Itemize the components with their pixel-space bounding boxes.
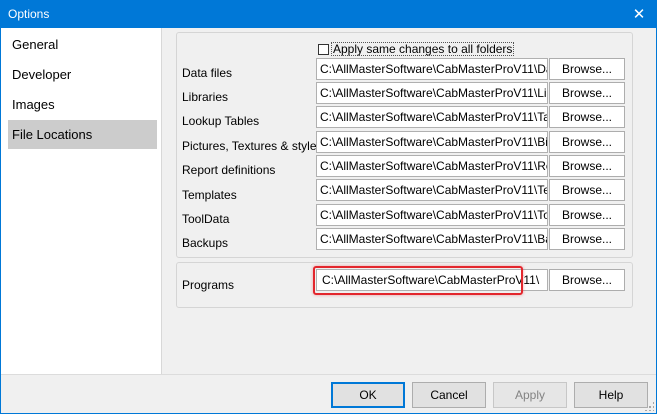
label-report-definitions: Report definitions — [182, 163, 276, 177]
sidebar-item-general[interactable]: General — [8, 30, 157, 59]
label-data-files: Data files — [182, 66, 233, 80]
sidebar-item-developer[interactable]: Developer — [8, 60, 157, 89]
data-files-path-field[interactable]: C:\AllMasterSoftware\CabMasterProV11\Dat… — [316, 58, 548, 80]
backups-browse-button[interactable]: Browse... — [549, 228, 625, 250]
apply-button[interactable]: Apply — [493, 382, 567, 408]
ok-button[interactable]: OK — [331, 382, 405, 408]
pictures-path-field[interactable]: C:\AllMasterSoftware\CabMasterProV11\Bit… — [316, 131, 548, 153]
label-libraries: Libraries — [182, 90, 229, 104]
label-backups: Backups — [182, 236, 229, 250]
report-definitions-path-field[interactable]: C:\AllMasterSoftware\CabMasterProV11\Rep… — [316, 155, 548, 177]
apply-all-checkbox-row[interactable]: Apply same changes to all folders — [318, 42, 515, 56]
help-button[interactable]: Help — [574, 382, 648, 408]
sidebar-item-images[interactable]: Images — [8, 90, 157, 119]
label-lookup-tables: Lookup Tables — [182, 114, 260, 128]
label-pictures: Pictures, Textures & styles — [182, 139, 323, 153]
libraries-browse-button[interactable]: Browse... — [549, 82, 625, 104]
title-bar: Options ✕ — [0, 0, 657, 28]
sidebar-item-file-locations[interactable]: File Locations — [8, 120, 157, 149]
lookup-tables-browse-button[interactable]: Browse... — [549, 106, 625, 128]
label-programs: Programs — [182, 278, 235, 292]
label-templates: Templates — [182, 188, 237, 202]
templates-path-field[interactable]: C:\AllMasterSoftware\CabMasterProV11\Tem… — [316, 179, 548, 201]
window-title: Options — [8, 7, 50, 21]
close-icon[interactable]: ✕ — [621, 0, 657, 28]
libraries-path-field[interactable]: C:\AllMasterSoftware\CabMasterProV11\Lib… — [316, 82, 548, 104]
backups-path-field[interactable]: C:\AllMasterSoftware\CabMasterProV11\Bac… — [316, 228, 548, 250]
apply-all-label[interactable]: Apply same changes to all folders — [331, 42, 515, 56]
tooldata-path-field[interactable]: C:\AllMasterSoftware\CabMasterProV11\Too… — [316, 204, 548, 226]
apply-all-checkbox[interactable] — [318, 43, 329, 55]
cancel-button[interactable]: Cancel — [412, 382, 486, 408]
lookup-tables-path-field[interactable]: C:\AllMasterSoftware\CabMasterProV11\Tab… — [316, 106, 548, 128]
data-files-browse-button[interactable]: Browse... — [549, 58, 625, 80]
programs-path-field[interactable]: C:\AllMasterSoftware\CabMasterProV11\ — [316, 269, 548, 291]
report-definitions-browse-button[interactable]: Browse... — [549, 155, 625, 177]
programs-browse-button[interactable]: Browse... — [549, 269, 625, 291]
templates-browse-button[interactable]: Browse... — [549, 179, 625, 201]
label-tooldata: ToolData — [182, 212, 230, 226]
tooldata-browse-button[interactable]: Browse... — [549, 204, 625, 226]
pictures-browse-button[interactable]: Browse... — [549, 131, 625, 153]
